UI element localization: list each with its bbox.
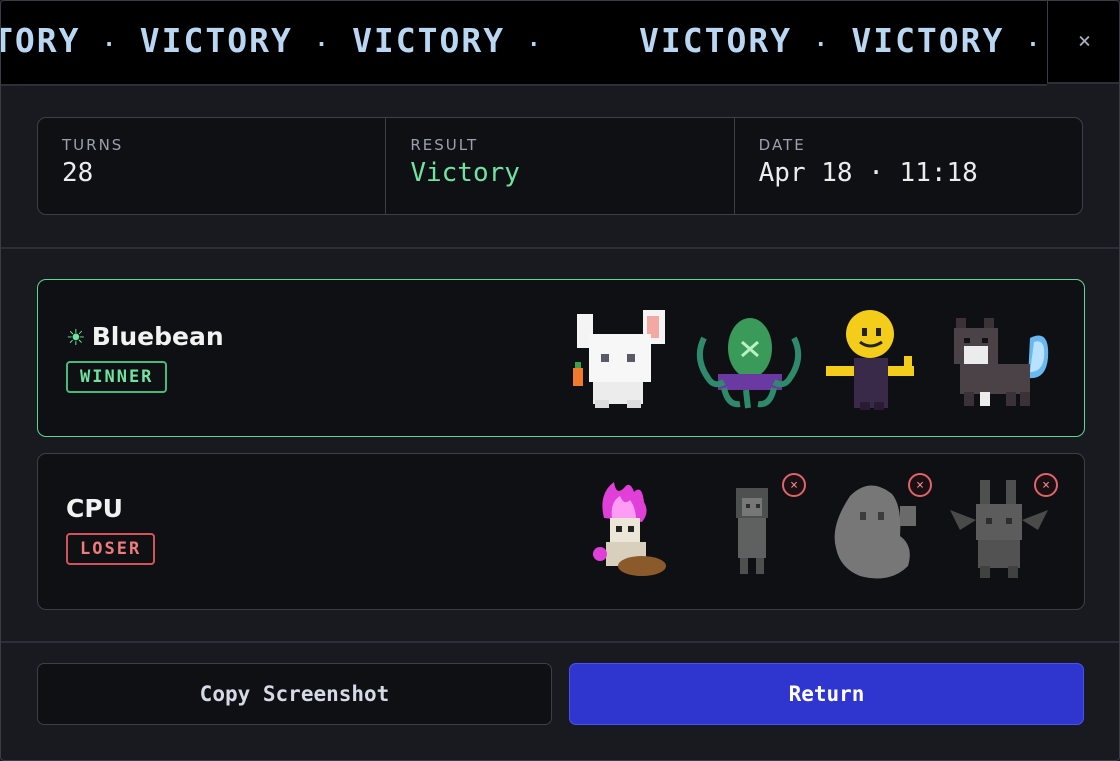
stat-date-value: Apr 18 · 11:18 <box>758 158 978 188</box>
loser-team-card: CPU LOSER × × × <box>37 453 1085 610</box>
winner-name: ☀ Bluebean <box>66 322 224 351</box>
bat-beast-sprite <box>950 480 1048 578</box>
stat-result-label: RESULT <box>410 136 479 154</box>
winner-badge: WINNER <box>66 361 168 393</box>
sun-icon: ☀ <box>66 326 86 351</box>
return-button[interactable]: Return <box>569 663 1084 725</box>
stat-turns: TURNS 28 <box>38 118 385 214</box>
loser-badge: LOSER <box>66 533 156 565</box>
footer-divider <box>1 641 1119 643</box>
banner-track-2: VICTORY · VICTORY · <box>639 1 1047 84</box>
banner-separator: · <box>102 33 118 58</box>
pink-flame-skeleton-sprite <box>593 482 666 576</box>
victory-banner: TORY · VICTORY · VICTORY · VICTORY · VICTORY · <box>1 1 1047 86</box>
results-window: TORY · VICTORY · VICTORY · VICTORY · VICTORY · ×… <box>0 0 1120 761</box>
banner-track: TORY · VICTORY · VICTORY · <box>1 1 564 84</box>
stat-date: DATE Apr 18 · 11:18 <box>733 118 1082 214</box>
fainted-icon: × <box>908 473 932 497</box>
wolf-blue-flame-sprite <box>954 318 1049 406</box>
yellow-smiley-mage-sprite <box>826 310 914 410</box>
banner-separator: · <box>527 33 543 58</box>
copy-screenshot-button[interactable]: Copy Screenshot <box>37 663 552 725</box>
ghost-girl-sprite <box>736 488 768 574</box>
section-divider <box>1 247 1119 249</box>
close-button[interactable]: × <box>1047 1 1119 84</box>
banner-word: VICTORY <box>851 21 1005 60</box>
banner-separator: · <box>1026 33 1042 58</box>
banner-word: VICTORY <box>139 21 293 60</box>
fainted-icon: × <box>1034 473 1058 497</box>
banner-separator: · <box>314 33 331 58</box>
fainted-icon: × <box>782 473 806 497</box>
stat-date-label: DATE <box>758 136 806 154</box>
close-icon: × <box>1077 29 1092 54</box>
stat-result: RESULT Victory <box>385 118 733 214</box>
match-stats: TURNS 28 RESULT Victory DATE Apr 18 · 11… <box>37 117 1083 215</box>
green-octopus-sprite <box>696 318 802 409</box>
loser-name: CPU <box>66 494 123 523</box>
winner-team-card: ☀ Bluebean WINNER <box>37 279 1085 437</box>
stat-turns-value: 28 <box>62 158 94 188</box>
winner-name-label: Bluebean <box>91 322 224 351</box>
banner-word: VICTORY <box>352 21 506 60</box>
ghost-sprite <box>834 485 916 579</box>
stat-turns-label: TURNS <box>62 136 124 154</box>
white-rabbit-sprite <box>573 310 665 408</box>
banner-separator: · <box>814 33 830 58</box>
banner-word: TORY <box>1 21 81 60</box>
banner-word: VICTORY <box>639 21 793 60</box>
stat-result-value: Victory <box>410 158 520 188</box>
